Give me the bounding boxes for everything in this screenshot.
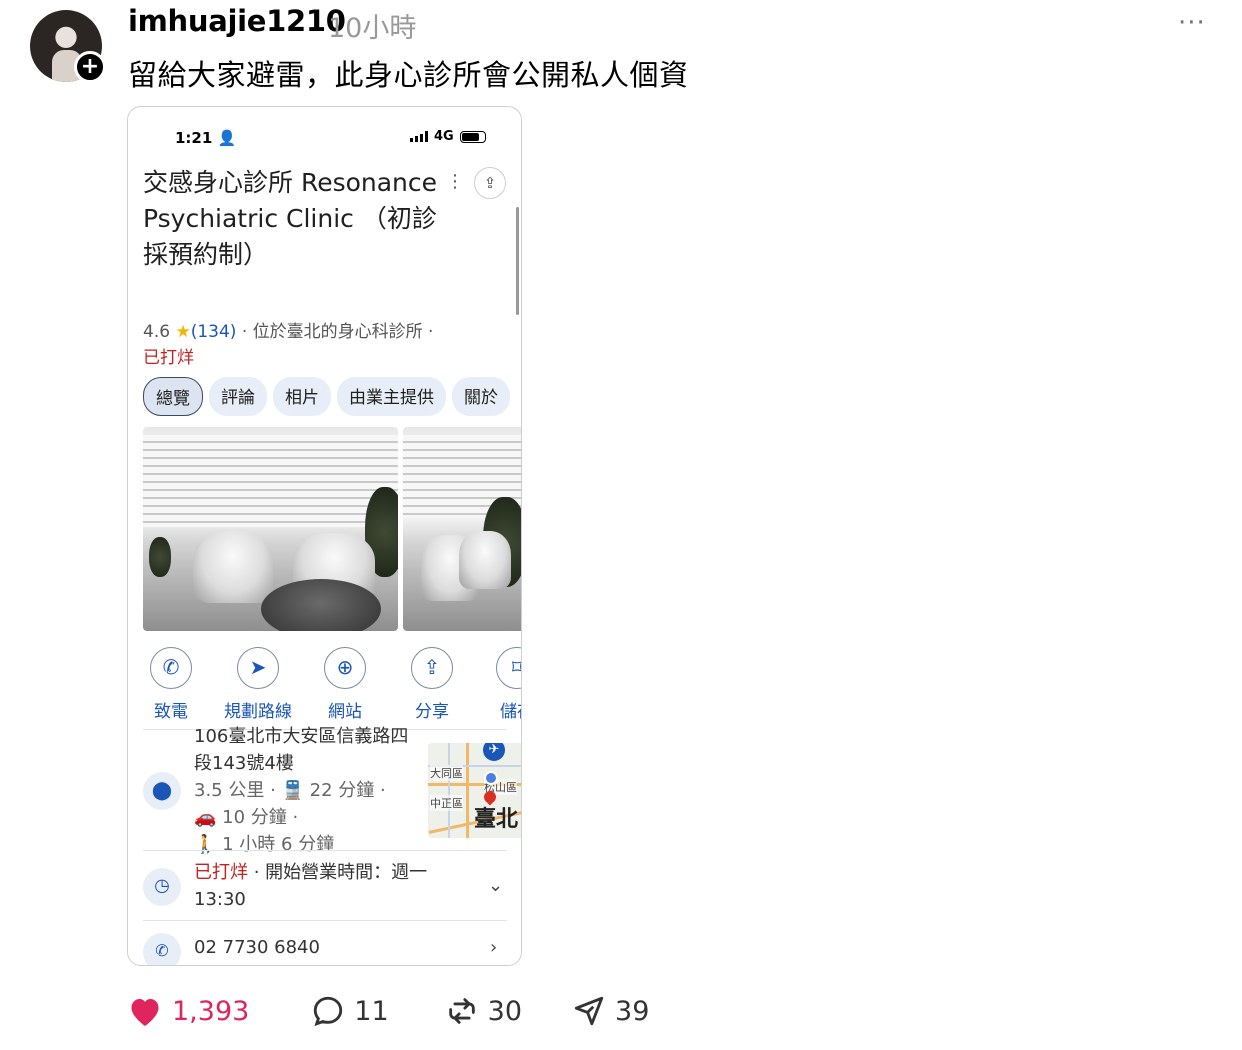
place-title: 交感身心診所 Resonance Psychiatric Clinic （初診採… <box>143 168 438 269</box>
post-actions: 1,393 11 30 39 <box>127 994 649 1028</box>
map-city-label: 臺北 <box>474 807 519 832</box>
tab-reviews[interactable]: 評論 <box>209 377 267 416</box>
open-status: 已打烊 <box>143 348 194 368</box>
bookmark-icon: ⌑ <box>496 647 521 689</box>
directions-button[interactable]: ➤ 規劃路線 <box>218 647 298 722</box>
clinic-photo[interactable] <box>403 427 521 631</box>
airport-icon: ✈ <box>483 743 505 761</box>
like-button[interactable]: 1,393 <box>127 994 249 1028</box>
hours-next: · 開始營業時間：週一 <box>248 862 428 883</box>
attached-screenshot[interactable]: 1:21 👤 4G 交感身心診所 Resonance Psychiatric C… <box>127 106 522 966</box>
kebab-menu-icon[interactable]: ⋮ <box>446 171 464 192</box>
map-thumbnail[interactable]: 大同區 松山區 中正區 ✈ 臺北 <box>428 743 521 838</box>
transit-time: 3.5 公里 · 🚆 22 分鐘 · <box>194 780 386 801</box>
share-icon[interactable]: ⇪ <box>474 167 506 199</box>
scrollbar[interactable] <box>516 207 519 315</box>
post-timestamp: 10小時 <box>328 13 417 44</box>
clinic-photo[interactable] <box>143 427 398 631</box>
address-block[interactable]: 106臺北市大安區信義路四段143號4樓 3.5 公里 · 🚆 22 分鐘 · … <box>194 723 419 858</box>
tab-photos[interactable]: 相片 <box>273 377 331 416</box>
repost-icon <box>448 998 475 1024</box>
battery-icon <box>459 130 486 143</box>
status-bar-right: 4G <box>410 129 486 144</box>
map-label: 大同區 <box>430 765 463 781</box>
tab-about[interactable]: 關於 <box>452 377 510 416</box>
drive-time: 🚗 10 分鐘 · <box>194 807 299 828</box>
repost-count: 30 <box>487 995 523 1027</box>
post-caption: 留給大家避雷，此身心診所會公開私人個資 <box>128 58 689 92</box>
website-button[interactable]: ⊕ 網站 <box>305 647 385 722</box>
network-label: 4G <box>434 129 454 144</box>
tab-from-owner[interactable]: 由業主提供 <box>337 377 446 416</box>
walk-time: 🚶 1 小時 6 分鐘 <box>194 834 335 855</box>
globe-icon: ⊕ <box>324 647 366 689</box>
action-bar: ✆ 致電 ➤ 規劃路線 ⊕ 網站 ⇪ 分享 ⌑ 儲存 <box>128 647 521 722</box>
username[interactable]: imhuajie1210 <box>128 4 346 38</box>
place-category: · 位於臺北的身心科診所 · <box>241 322 434 342</box>
comment-icon <box>314 996 343 1027</box>
rating-row: 4.6 ★(134) · 位於臺北的身心科診所 · <box>143 317 433 342</box>
location-pin-icon: ⬤ <box>143 772 181 810</box>
send-icon <box>574 996 604 1026</box>
divider <box>143 850 507 851</box>
directions-icon: ➤ <box>237 647 279 689</box>
tab-bar: 總覽 評論 相片 由業主提供 關於 <box>143 377 510 416</box>
chevron-down-icon[interactable]: ⌄ <box>488 875 503 896</box>
call-button[interactable]: ✆ 致電 <box>131 647 211 722</box>
heart-icon <box>131 999 159 1026</box>
map-label: 中正區 <box>430 795 463 811</box>
hours-row[interactable]: 已打烊 · 開始營業時間：週一 13:30 <box>194 859 464 913</box>
clock-icon: ◷ <box>143 868 181 906</box>
status-bar-time: 1:21 👤 <box>175 129 237 147</box>
share-button[interactable]: ⇪ 分享 <box>392 647 472 722</box>
rating-value: 4.6 <box>143 322 171 342</box>
phone-icon: ✆ <box>150 647 192 689</box>
comment-count: 11 <box>354 995 389 1027</box>
signal-icon <box>410 131 428 142</box>
repost-button[interactable]: 30 <box>445 994 522 1028</box>
person-icon: 👤 <box>217 129 237 147</box>
star-icon: ★ <box>175 322 191 342</box>
share-count: 39 <box>615 995 650 1027</box>
more-options-icon[interactable]: ··· <box>1178 8 1206 38</box>
follow-button[interactable]: + <box>74 51 106 83</box>
send-button[interactable]: 39 <box>572 994 649 1028</box>
divider <box>143 920 507 921</box>
phone-number[interactable]: 02 7730 6840 <box>194 937 320 958</box>
hours-time: 13:30 <box>194 889 246 910</box>
address-line: 106臺北市大安區信義路四段143號4樓 <box>194 726 409 774</box>
like-count: 1,393 <box>172 995 250 1027</box>
current-location-icon <box>484 771 498 785</box>
chevron-right-icon[interactable]: › <box>490 937 497 958</box>
share-icon: ⇪ <box>411 647 453 689</box>
hours-status: 已打烊 <box>194 862 248 883</box>
comment-button[interactable]: 11 <box>311 994 389 1028</box>
tab-overview[interactable]: 總覽 <box>143 377 203 416</box>
review-count[interactable]: (134) <box>191 322 237 342</box>
phone-icon: ✆ <box>143 933 181 965</box>
save-button[interactable]: ⌑ 儲存 <box>477 647 521 722</box>
